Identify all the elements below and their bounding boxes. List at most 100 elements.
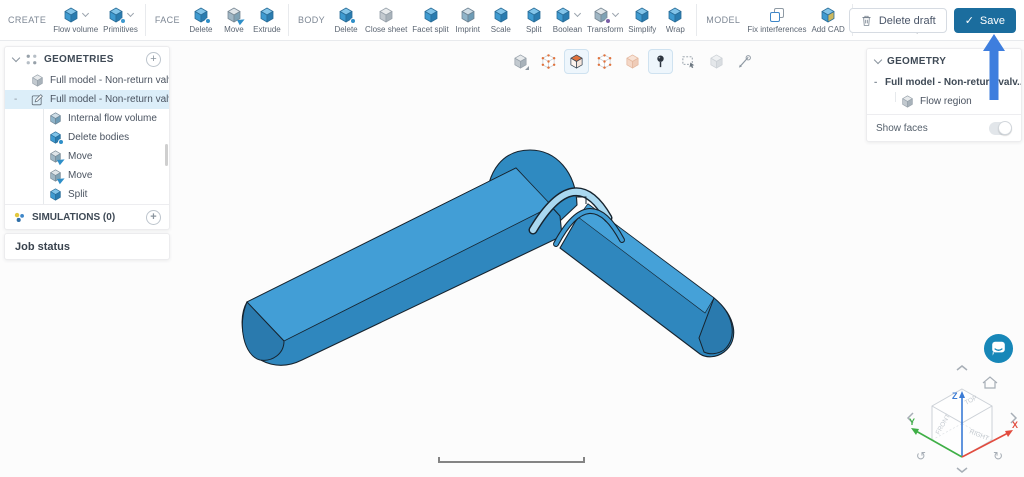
tree-item-move-2[interactable]: Move (5, 166, 169, 185)
tree-item-delete-bodies[interactable]: Delete bodies (5, 128, 169, 147)
render-mode-icon[interactable] (508, 49, 533, 74)
toolbar-group-face: FACE Delete Move Extrude (153, 7, 281, 34)
toolbar-button-split[interactable]: Split (520, 7, 548, 34)
chat-button[interactable] (983, 333, 1014, 364)
add-simulation-button[interactable]: + (146, 210, 161, 225)
tree-item-split[interactable]: Split (5, 185, 169, 204)
pencil-icon (31, 93, 44, 106)
view-toolbar (508, 49, 757, 74)
cube-delete-icon (193, 7, 209, 23)
hide-body-icon[interactable] (704, 49, 729, 74)
panel-scrollbar[interactable] (165, 144, 168, 166)
select-faces-icon[interactable] (564, 49, 589, 74)
toolbar-divider (145, 4, 146, 36)
geometry-cube-icon (31, 74, 44, 87)
cube-transform-icon (593, 7, 609, 23)
view-cube[interactable]: ↺ ↻ TOP FRONT RIGHT Z Y X (903, 363, 1021, 475)
toolbar-group-body: BODY Delete Close sheet Facet split Impr… (296, 7, 689, 34)
save-button[interactable]: ✓ Save (954, 8, 1016, 33)
move-cube-icon (49, 169, 62, 182)
toolbar-button-boolean[interactable]: Boolean (553, 7, 582, 34)
show-faces-row: Show faces (867, 114, 1021, 141)
show-faces-toggle[interactable] (989, 122, 1012, 135)
toolbar-actions: Delete draft ✓ Save (849, 8, 1016, 33)
tree-children: Internal flow volume Delete bodies Move … (5, 109, 169, 204)
tree-item-full-model-1[interactable]: Full model - Non-return valve (5, 71, 169, 90)
tree-item-internal-flow-volume[interactable]: Internal flow volume (5, 109, 169, 128)
cube-icon (423, 7, 439, 23)
cube-icon (63, 7, 79, 23)
chevron-down-icon[interactable] (874, 55, 882, 63)
tree-item-move-1[interactable]: Move (5, 147, 169, 166)
select-volumes-icon[interactable] (536, 49, 561, 74)
cube-icon (259, 7, 275, 23)
check-icon: ✓ (965, 14, 974, 27)
toolbar-button-close-sheet[interactable]: Close sheet (365, 7, 407, 34)
toolbar-button-wrap[interactable]: Wrap (661, 7, 689, 34)
trash-icon (860, 14, 873, 27)
scale-bar (438, 457, 585, 463)
flow-region-cube-icon (901, 95, 914, 108)
tree-item-full-model-2[interactable]: - Full model - Non-return valve... (5, 90, 169, 109)
toolbar-group-model: MODEL Fix interferences Add CAD (704, 7, 845, 34)
axis-z-label: Z (952, 391, 958, 401)
cube-icon (634, 7, 650, 23)
delete-draft-button[interactable]: Delete draft (849, 8, 947, 33)
toolbar-button-fix-interferences[interactable]: Fix interferences (747, 7, 806, 34)
toolbar-button-face-delete[interactable]: Delete (187, 7, 215, 34)
toolbar-button-imprint[interactable]: Imprint (454, 7, 482, 34)
cube-icon (493, 7, 509, 23)
toolbar-divider (288, 4, 289, 36)
cube-icon (555, 7, 571, 23)
chevron-down-icon[interactable] (82, 10, 89, 17)
roll-ccw-icon[interactable]: ↺ (916, 449, 926, 463)
toolbar-button-transform[interactable]: Transform (587, 7, 623, 34)
overlap-icon (769, 7, 785, 23)
split-cube-icon (49, 188, 62, 201)
rotate-up-icon[interactable] (957, 366, 967, 370)
select-vertices-icon[interactable] (592, 49, 617, 74)
toolbar-button-face-move[interactable]: Move (220, 7, 248, 34)
toolbar-button-add-cad[interactable]: Add CAD (811, 7, 844, 34)
chevron-down-icon[interactable] (574, 10, 581, 17)
measure-icon[interactable] (732, 49, 757, 74)
toolbar-button-simplify[interactable]: Simplify (628, 7, 656, 34)
box-select-icon[interactable] (676, 49, 701, 74)
molecule-icon (13, 211, 26, 224)
toolbar-button-body-delete[interactable]: Delete (332, 7, 360, 34)
group-label-body: BODY (298, 15, 325, 25)
collapse-icon[interactable]: - (874, 77, 877, 88)
add-geometry-button[interactable]: + (146, 52, 161, 67)
chevron-down-icon[interactable] (12, 53, 20, 61)
toolbar-button-face-extrude[interactable]: Extrude (253, 7, 281, 34)
toolbar-divider (696, 4, 697, 36)
group-label-create: CREATE (8, 15, 46, 25)
chevron-down-icon[interactable] (612, 10, 619, 17)
geometries-panel: GEOMETRIES + Full model - Non-return val… (4, 46, 170, 230)
delete-cube-icon (49, 131, 62, 144)
job-status-panel: Job status (4, 233, 170, 260)
toolbar-button-facet-split[interactable]: Facet split (412, 7, 448, 34)
collapse-icon[interactable]: - (14, 94, 17, 105)
geometries-header[interactable]: GEOMETRIES + (5, 47, 169, 71)
job-status-label[interactable]: Job status (5, 234, 169, 259)
chevron-down-icon[interactable] (127, 10, 134, 17)
cube-move-icon (226, 7, 242, 23)
simulations-header[interactable]: SIMULATIONS (0) + (5, 204, 169, 229)
group-label-model: MODEL (706, 15, 740, 25)
home-icon[interactable] (983, 377, 997, 388)
roll-cw-icon[interactable]: ↻ (993, 449, 1003, 463)
probe-point-icon[interactable] (648, 49, 673, 74)
select-edges-icon[interactable] (620, 49, 645, 74)
cube-delete-icon (338, 7, 354, 23)
move-cube-icon (49, 150, 62, 163)
rotate-down-icon[interactable] (957, 468, 967, 472)
cube-icon (526, 7, 542, 23)
geometries-icon (25, 53, 38, 66)
toolbar-button-primitives[interactable]: Primitives (103, 7, 138, 34)
cube-icon (108, 7, 124, 23)
axis-x-label: X (1012, 420, 1018, 430)
toolbar-button-flow-volume[interactable]: Flow volume (53, 7, 98, 34)
toolbar-button-scale[interactable]: Scale (487, 7, 515, 34)
cube-icon (667, 7, 683, 23)
